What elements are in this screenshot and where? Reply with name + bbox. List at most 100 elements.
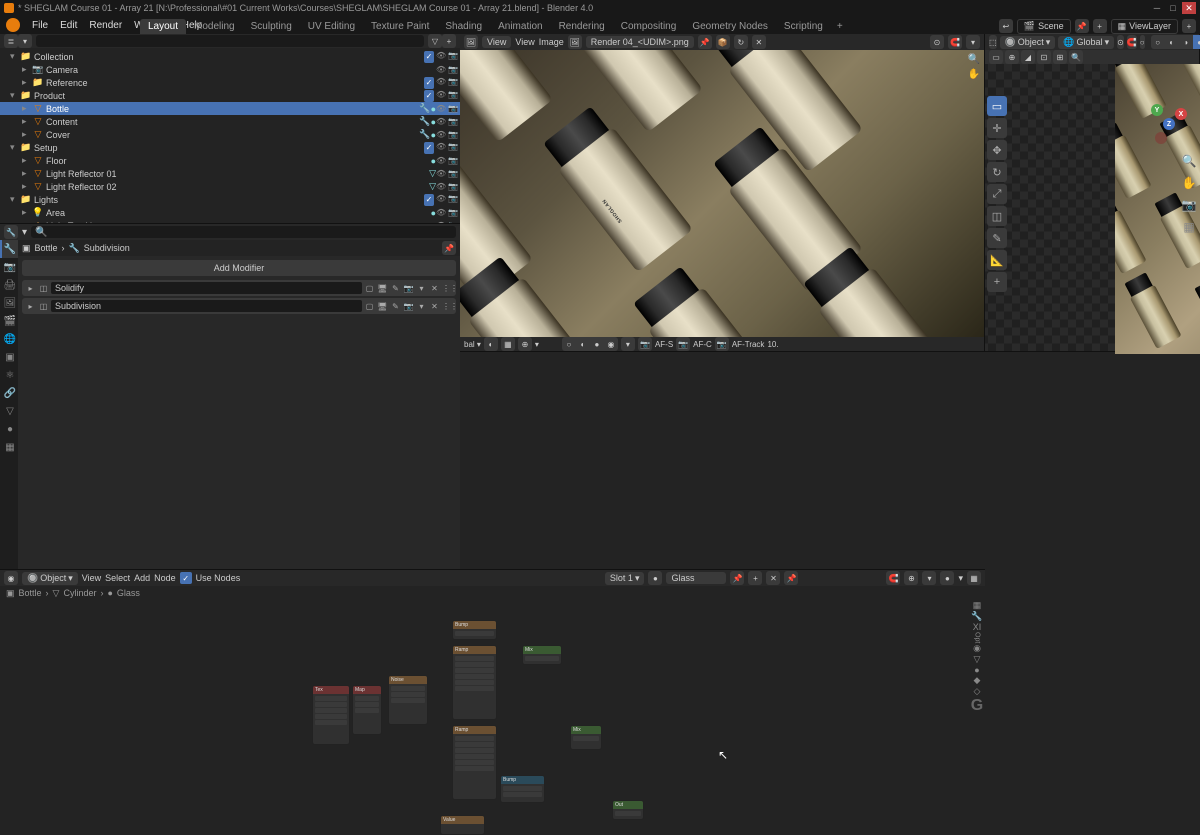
pin-icon[interactable]: 📌 — [784, 571, 798, 585]
shader-mode-2[interactable]: ▦ — [967, 571, 981, 585]
tree-lr2[interactable]: ▸▽Light Reflector 02▽👁📷 — [0, 180, 460, 193]
tree-collection[interactable]: ▾📁Collection✓👁📷 — [0, 50, 460, 63]
neg-axis[interactable] — [1155, 132, 1167, 144]
new-mat-icon[interactable]: + — [748, 571, 762, 585]
expand-icon[interactable]: ▸ — [25, 302, 36, 311]
shading-2[interactable]: ◐ — [576, 337, 590, 351]
mod-toggle-1[interactable]: ▢ — [364, 284, 375, 293]
node-mapping[interactable]: Map — [352, 685, 382, 735]
new-collection-icon[interactable]: + — [442, 34, 456, 48]
tree-reference[interactable]: ▸📁Reference✓👁📷 — [0, 76, 460, 89]
mod-toggle-2[interactable]: 🖥 — [377, 302, 388, 311]
mod-drag-icon[interactable]: ⋮⋮ — [442, 284, 453, 293]
mod-menu-icon[interactable]: ▾ — [416, 284, 427, 293]
bc-obj[interactable]: Bottle — [35, 243, 58, 253]
shading-1[interactable]: ○ — [562, 337, 576, 351]
node-mix1[interactable]: Mix — [522, 645, 562, 665]
select-icon[interactable]: ▭ — [989, 50, 1003, 64]
node-bump[interactable]: Bump — [500, 775, 545, 803]
overlay-shader-icon[interactable]: ⊕ — [904, 571, 918, 585]
camera-view-icon[interactable]: 📷 — [1181, 198, 1197, 214]
minimize-button[interactable]: ─ — [1150, 2, 1164, 14]
node-output[interactable]: Out — [612, 800, 644, 820]
mod-toggle-4[interactable]: 📷 — [403, 302, 414, 311]
modifier-subdivision[interactable]: ▸ ◫ Subdivision ▢ 🖥 ✎ 📷 ▾ ✕ ⋮⋮ — [22, 298, 456, 314]
af-icon-1[interactable]: 📷 — [638, 337, 652, 351]
tree-content[interactable]: ▸▽Content🔧●👁📷 — [0, 115, 460, 128]
af-s-label[interactable]: AF-S — [655, 340, 673, 349]
zoom-icon[interactable]: 🔍 — [1181, 154, 1197, 170]
add-workspace-button[interactable]: + — [831, 19, 849, 34]
zoom-icon[interactable]: 🔍 — [968, 54, 980, 65]
pack-icon[interactable]: 📦 — [716, 35, 730, 49]
backdrop-icon[interactable]: ▾ — [922, 571, 936, 585]
tab-output[interactable]: 🖨 — [0, 276, 18, 294]
node-ramp1[interactable]: Ramp — [452, 645, 497, 720]
st-2[interactable]: ◇ — [969, 686, 985, 697]
mod-delete-icon[interactable]: ✕ — [429, 284, 440, 293]
persp-icon[interactable]: ▦ — [1181, 220, 1197, 236]
af-icon-2[interactable]: 📷 — [676, 337, 690, 351]
st-mat[interactable]: ● — [969, 665, 985, 675]
tab-render[interactable]: 📷 — [0, 258, 18, 276]
tab-physics[interactable]: ⚛ — [0, 366, 18, 384]
tree-product[interactable]: ▾📁Product✓👁📷 — [0, 89, 460, 102]
search-icon[interactable]: 🔍 — [1069, 50, 1083, 64]
rotate-tool[interactable]: ↻ — [987, 162, 1007, 182]
st-node[interactable]: ◉ — [969, 643, 985, 654]
menu-select[interactable]: Select — [105, 573, 130, 583]
tab-sculpting[interactable]: Sculpting — [243, 19, 300, 34]
outliner-search[interactable] — [36, 35, 424, 47]
st-1[interactable]: ◆ — [969, 675, 985, 686]
add-modifier-button[interactable]: Add Modifier — [22, 260, 456, 276]
snap-icon[interactable]: 🧲 — [948, 35, 962, 49]
material-name-field[interactable]: Glass — [666, 572, 726, 584]
tree-lights[interactable]: ▾📁Lights✓👁📷 — [0, 193, 460, 206]
tree-camera[interactable]: ▸📷Camera👁📷 — [0, 63, 460, 76]
tab-layout[interactable]: Layout — [140, 19, 186, 34]
bc-cylinder[interactable]: Cylinder — [63, 588, 96, 598]
mod-delete-icon[interactable]: ✕ — [429, 302, 440, 311]
gizmo-3[interactable]: ◑ — [1179, 35, 1193, 49]
menu-node[interactable]: Node — [154, 573, 176, 583]
modifier-solidify[interactable]: ▸ ◫ Solidify ▢ 🖥 ✎ 📷 ▾ ✕ ⋮⋮ — [22, 280, 456, 296]
tree-lr1[interactable]: ▸▽Light Reflector 01▽👁📷 — [0, 167, 460, 180]
display-mode-icon[interactable]: ▾ — [18, 34, 32, 48]
shading-3[interactable]: ● — [590, 337, 604, 351]
mod-toggle-2[interactable]: 🖥 — [377, 284, 388, 293]
editor-type-icon[interactable]: 🖼 — [464, 35, 478, 49]
image-viewport[interactable]: SHOGLAN 🔍 ✋ — [460, 50, 984, 337]
tab-compositing[interactable]: Compositing — [613, 19, 685, 34]
tab-modeling[interactable]: Modeling — [186, 19, 243, 34]
tab-material[interactable]: ● — [0, 420, 18, 438]
pin-props-icon[interactable]: 📌 — [442, 241, 456, 255]
y-axis[interactable]: Y — [1151, 104, 1163, 116]
tab-animation[interactable]: Animation — [490, 19, 550, 34]
tree-setup[interactable]: ▾📁Setup✓👁📷 — [0, 141, 460, 154]
use-nodes-check[interactable]: ✓ — [180, 572, 192, 584]
slot-dropdown[interactable]: Slot 1 ▾ — [605, 572, 645, 585]
mode-dropdown[interactable]: 🔘 Object ▾ — [1000, 36, 1056, 49]
bc-mod[interactable]: Subdivision — [84, 243, 130, 253]
mod-drag-icon[interactable]: ⋮⋮ — [442, 302, 453, 311]
pivot-point-icon[interactable]: ⊙ — [1117, 35, 1124, 49]
pan-icon[interactable]: ✋ — [968, 69, 980, 80]
st-view[interactable]: XI — [969, 622, 985, 632]
cursor-icon[interactable]: ⊕ — [1005, 50, 1019, 64]
editor-type-shader-icon[interactable]: ◉ — [4, 571, 18, 585]
node-mix2[interactable]: Mix — [570, 725, 602, 750]
close-button[interactable]: ✕ — [1182, 2, 1196, 14]
tool-icon-2[interactable]: ⊡ — [1037, 50, 1051, 64]
cursor-tool[interactable]: ✛ — [987, 118, 1007, 138]
overlay-icon[interactable]: ⊕ — [518, 337, 532, 351]
pivot-icon[interactable]: ⊙ — [930, 35, 944, 49]
bc-glass[interactable]: Glass — [117, 588, 140, 598]
proportional-icon[interactable]: ○ — [1140, 35, 1145, 49]
tab-scene[interactable]: 🎬 — [0, 312, 18, 330]
expand-icon[interactable]: ▸ — [25, 284, 36, 293]
new-scene-icon[interactable]: + — [1093, 19, 1107, 33]
measure-tool[interactable]: 📐 — [987, 250, 1007, 270]
tab-rendering[interactable]: Rendering — [551, 19, 613, 34]
st-tool[interactable]: 🔧 — [969, 611, 985, 622]
menu-view[interactable]: View — [82, 573, 101, 583]
